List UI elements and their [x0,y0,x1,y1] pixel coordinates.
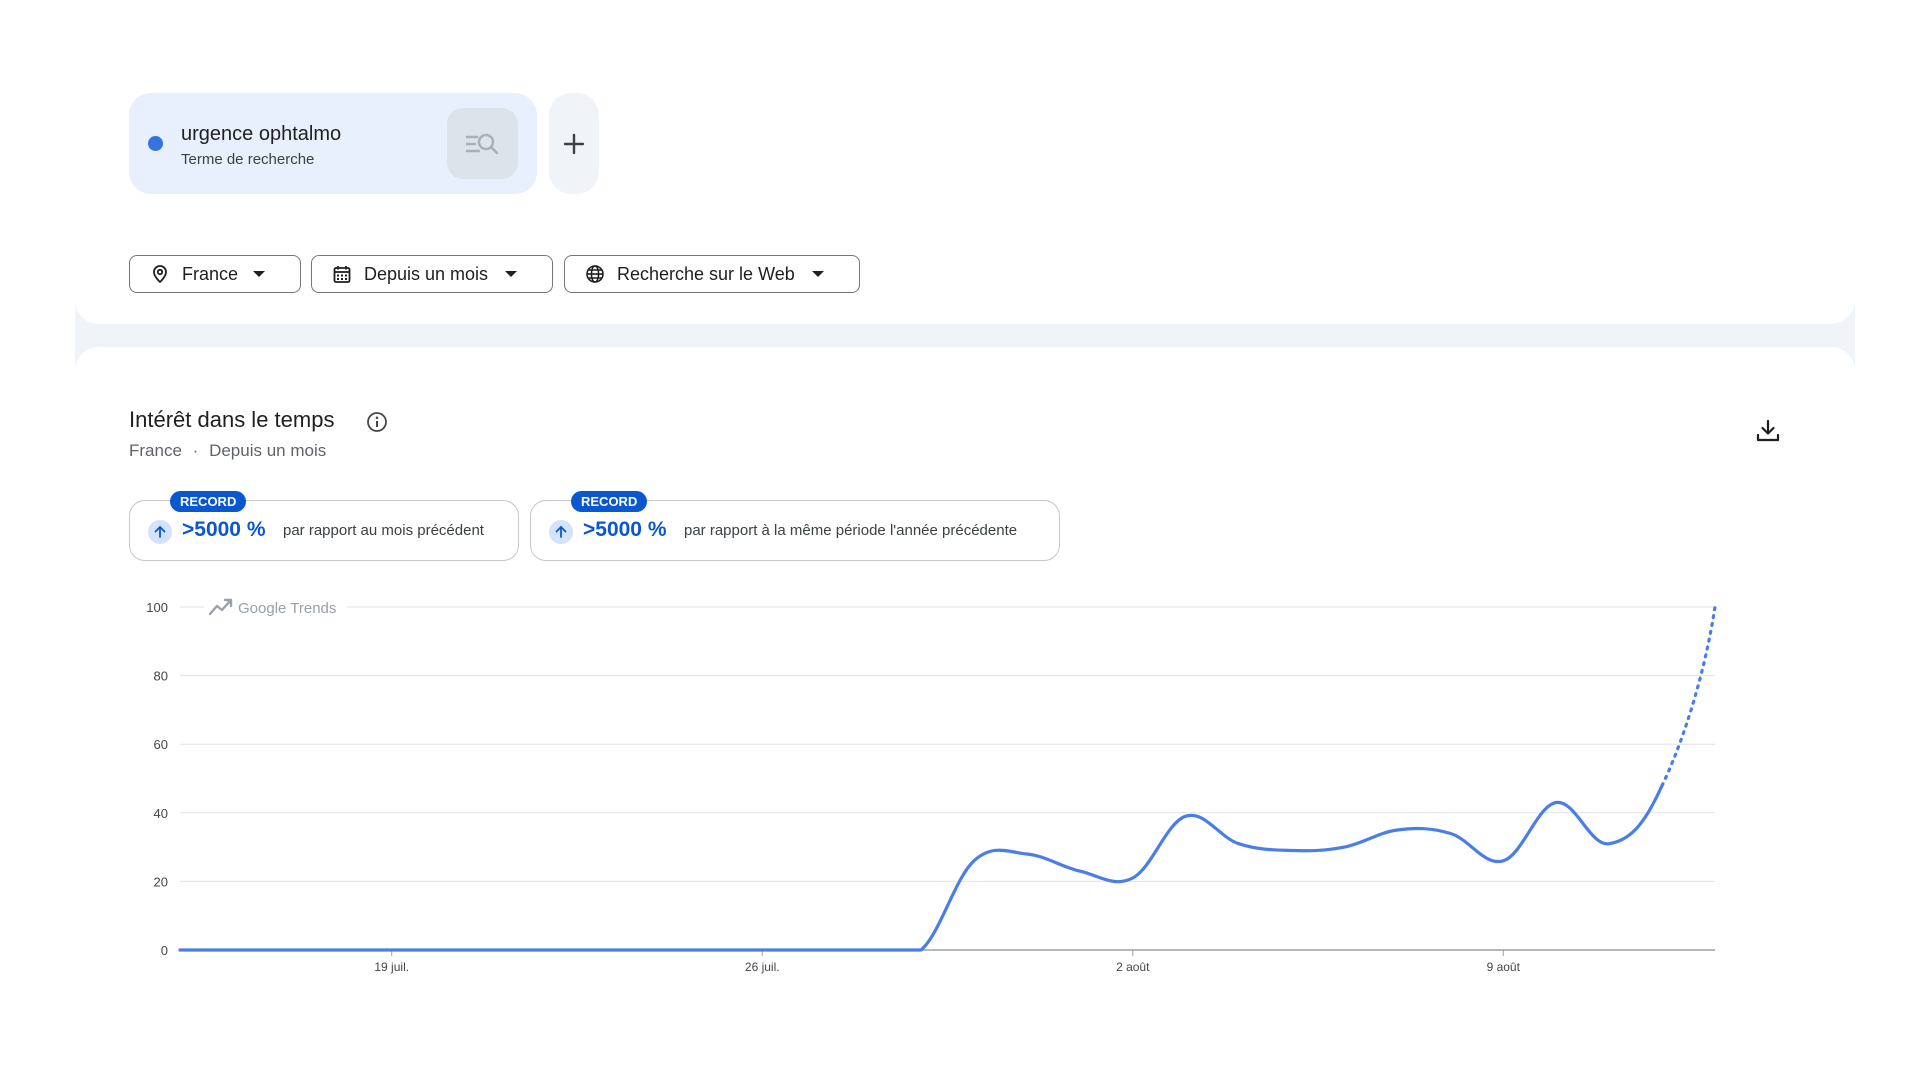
y-tick-label: 40 [154,806,168,821]
y-tick-label: 100 [146,600,168,615]
y-tick-label: 80 [154,669,168,684]
x-tick-label: 19 juil. [374,960,409,974]
x-tick-label: 26 juil. [745,960,780,974]
watermark-label: Google Trends [238,600,336,617]
x-tick-label: 2 août [1116,960,1150,974]
watermark: Google Trends [204,596,346,620]
chart-grid [180,606,1715,951]
chart-y-axis: 0 20 40 60 80 100 [146,600,168,958]
y-tick-label: 20 [154,874,168,889]
series-line-partial [1660,605,1717,787]
y-tick-label: 0 [161,943,168,958]
y-tick-label: 60 [154,737,168,752]
x-tick-label: 9 août [1487,960,1521,974]
interest-over-time-chart: 0 20 40 60 80 100 19 juil. 26 juil. 2 août 9 aoû… [146,596,1717,974]
chart-x-axis: 19 juil. 26 juil. 2 août 9 août [374,950,1521,974]
series-line-urgence-ophtalmo [178,783,1664,952]
